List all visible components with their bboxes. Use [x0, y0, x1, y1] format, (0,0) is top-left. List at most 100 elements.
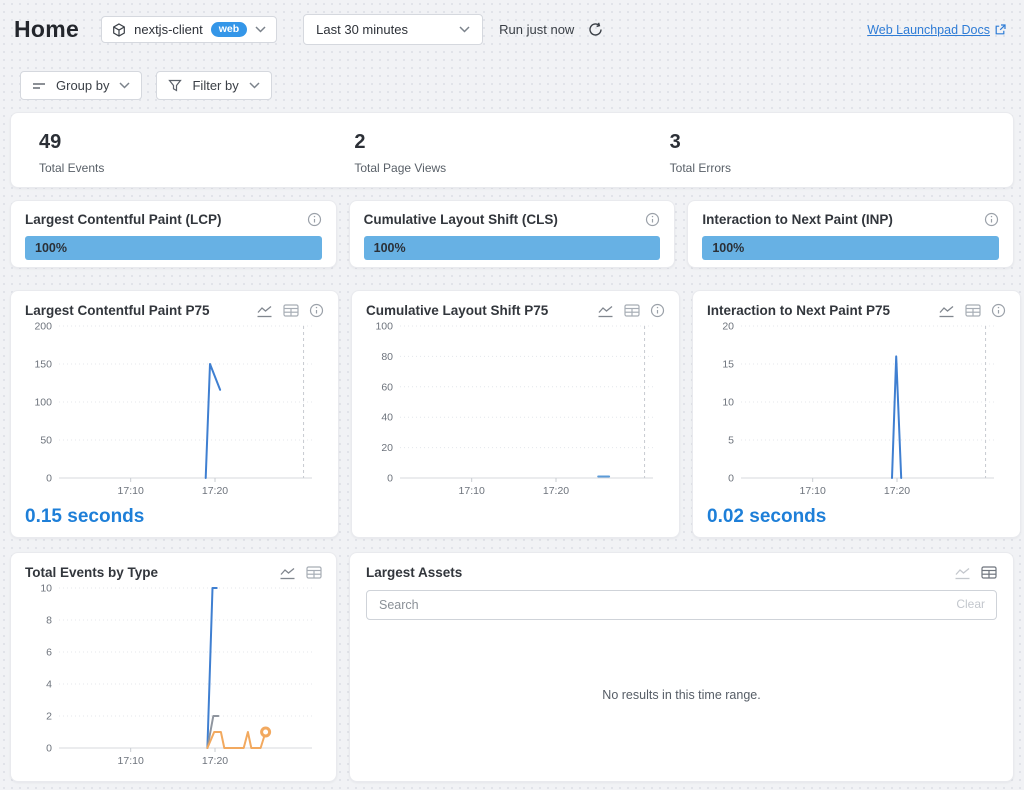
chevron-down-icon [119, 82, 130, 89]
chevron-down-icon [255, 26, 266, 33]
line-chart-icon[interactable] [954, 566, 971, 580]
svg-text:6: 6 [46, 647, 52, 659]
table-icon[interactable] [965, 304, 981, 317]
docs-link-label: Web Launchpad Docs [867, 23, 990, 37]
platform-badge: web [211, 22, 247, 37]
svg-text:17:20: 17:20 [884, 485, 910, 497]
stat-value: 2 [354, 131, 669, 154]
chart-current-value: 0.15 seconds [25, 506, 324, 528]
line-chart-icon[interactable] [938, 304, 955, 318]
line-chart-icon[interactable] [256, 304, 273, 318]
svg-text:0: 0 [387, 473, 393, 485]
svg-text:2: 2 [46, 711, 52, 723]
refresh-icon [588, 22, 603, 37]
p75-charts-row: Largest Contentful Paint P75 05010015020… [10, 290, 1014, 538]
info-icon[interactable] [645, 212, 660, 227]
lcp-p75-chart: 05010015020017:1017:20 [25, 318, 324, 500]
search-input[interactable] [366, 590, 997, 620]
svg-text:100: 100 [375, 321, 393, 333]
svg-text:20: 20 [722, 321, 734, 333]
vital-good-pct: 100% [25, 241, 67, 255]
largest-assets-panel: Largest Assets Clear No results in this … [349, 552, 1014, 782]
docs-link[interactable]: Web Launchpad Docs [867, 23, 1006, 37]
svg-text:80: 80 [381, 351, 393, 363]
svg-text:20: 20 [381, 442, 393, 454]
vital-good-bar: 100% [25, 236, 322, 260]
svg-text:50: 50 [40, 435, 52, 447]
chart-card-inp-p75: Interaction to Next Paint P75 0 5 10 15 20 17… [692, 290, 1021, 538]
svg-text:17:20: 17:20 [543, 485, 569, 497]
header: Home nextjs-client web Last 30 minutes R… [14, 14, 1010, 45]
svg-text:17:10: 17:10 [800, 485, 826, 497]
svg-text:0: 0 [728, 473, 734, 485]
vital-good-bar: 100% [702, 236, 999, 260]
svg-text:150: 150 [34, 359, 52, 371]
vital-title: Largest Contentful Paint (LCP) [25, 212, 222, 227]
vital-title: Cumulative Layout Shift (CLS) [364, 212, 558, 227]
svg-text:100: 100 [34, 397, 52, 409]
clear-search-button[interactable]: Clear [956, 597, 985, 611]
chart-title: Interaction to Next Paint P75 [707, 303, 890, 318]
project-name: nextjs-client [134, 22, 203, 37]
info-icon[interactable] [650, 303, 665, 318]
asset-search: Clear [366, 590, 997, 620]
vital-good-pct: 100% [364, 241, 406, 255]
events-by-type-chart: 024681017:1017:20 [25, 580, 324, 770]
cube-icon [112, 23, 126, 37]
funnel-icon [168, 79, 182, 92]
line-chart-icon[interactable] [597, 304, 614, 318]
group-by-button[interactable]: Group by [20, 71, 142, 100]
table-icon[interactable] [981, 566, 997, 579]
summary-stats-card: 49 Total Events 2 Total Page Views 3 Tot… [10, 112, 1014, 188]
vital-good-pct: 100% [702, 241, 744, 255]
info-icon[interactable] [984, 212, 999, 227]
chart-card-lcp-p75: Largest Contentful Paint P75 05010015020… [10, 290, 339, 538]
svg-text:10: 10 [40, 583, 52, 595]
stat-value: 49 [39, 131, 354, 154]
dashboard-page: Home nextjs-client web Last 30 minutes R… [0, 0, 1024, 782]
vital-card-inp: Interaction to Next Paint (INP) 100% [687, 200, 1014, 268]
vital-card-cls: Cumulative Layout Shift (CLS) 100% [349, 200, 676, 268]
svg-text:10: 10 [722, 397, 734, 409]
svg-text:17:20: 17:20 [202, 485, 228, 497]
chevron-down-icon [249, 82, 260, 89]
filter-row: Group by Filter by [20, 71, 1010, 100]
lines-icon [32, 80, 46, 92]
filter-by-label: Filter by [192, 78, 238, 93]
stat-label: Total Page Views [354, 161, 669, 175]
svg-text:5: 5 [728, 435, 734, 447]
table-icon[interactable] [624, 304, 640, 317]
cls-p75-chart: 02040608010017:1017:20 [366, 318, 665, 500]
project-selector[interactable]: nextjs-client web [101, 16, 277, 43]
stat-total-events: 49 Total Events [39, 131, 354, 175]
line-chart-icon[interactable] [279, 566, 296, 580]
vitals-row: Largest Contentful Paint (LCP) 100% Cumu… [10, 200, 1014, 268]
svg-text:60: 60 [381, 381, 393, 393]
bottom-row: Total Events by Type 024681017:1017:20 L… [10, 552, 1014, 782]
refresh-button[interactable] [586, 20, 605, 39]
info-icon[interactable] [991, 303, 1006, 318]
time-range-selector[interactable]: Last 30 minutes [303, 14, 483, 45]
inp-p75-chart: 0 5 10 15 20 17:10 17:20 [707, 318, 1006, 500]
svg-text:4: 4 [46, 679, 52, 691]
chart-title: Largest Contentful Paint P75 [25, 303, 210, 318]
svg-text:17:10: 17:10 [118, 755, 144, 767]
table-icon[interactable] [283, 304, 299, 317]
svg-text:0: 0 [46, 743, 52, 755]
group-by-label: Group by [56, 78, 109, 93]
table-icon[interactable] [306, 566, 322, 579]
chart-current-value: 0.02 seconds [707, 506, 1006, 528]
info-icon[interactable] [309, 303, 324, 318]
svg-text:17:10: 17:10 [459, 485, 485, 497]
panel-title: Largest Assets [366, 565, 462, 580]
filter-by-button[interactable]: Filter by [156, 71, 271, 100]
stat-total-page-views: 2 Total Page Views [354, 131, 669, 175]
stat-label: Total Events [39, 161, 354, 175]
svg-text:200: 200 [34, 321, 52, 333]
svg-text:15: 15 [722, 359, 734, 371]
info-icon[interactable] [307, 212, 322, 227]
empty-state: No results in this time range. [366, 620, 997, 769]
page-title: Home [14, 16, 79, 43]
external-link-icon [995, 24, 1006, 35]
chart-title: Total Events by Type [25, 565, 158, 580]
